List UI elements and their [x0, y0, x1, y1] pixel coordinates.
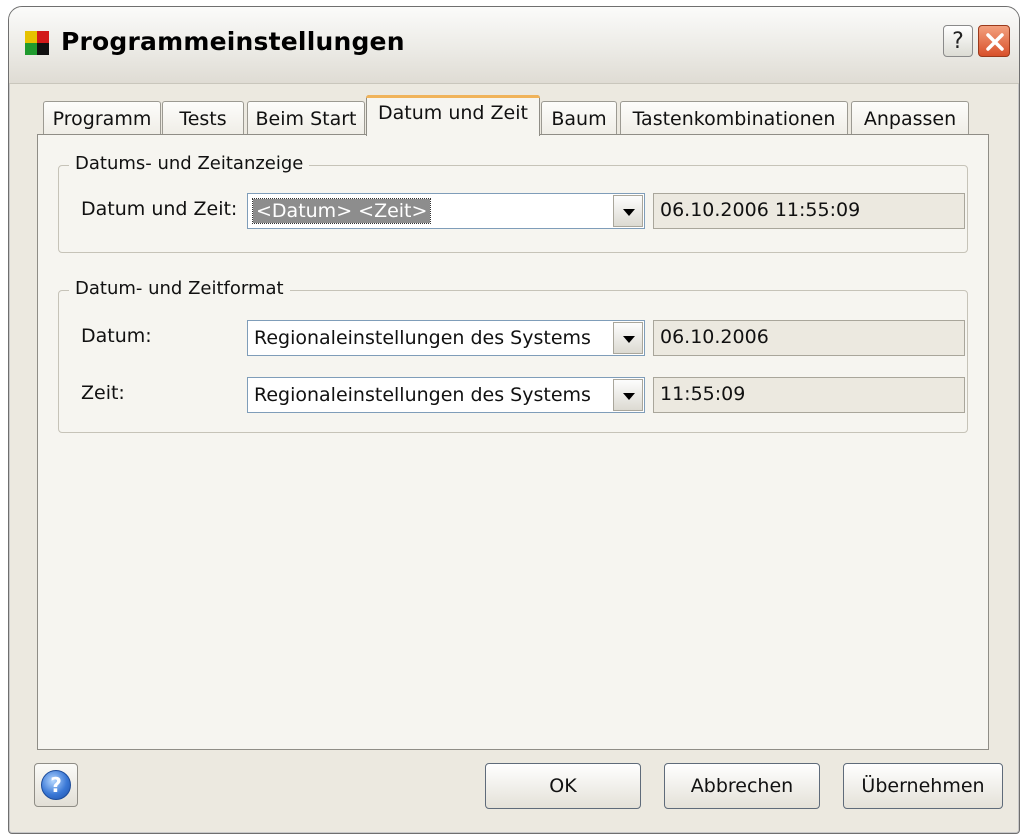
time-format-select[interactable]: Regionaleinstellungen des Systems — [247, 377, 645, 413]
window-title: Programmeinstellungen — [61, 27, 405, 56]
time-format-value: Regionaleinstellungen des Systems — [254, 384, 591, 406]
chevron-down-icon[interactable] — [613, 322, 643, 354]
help-icon: ? — [41, 770, 71, 800]
time-preview: 11:55:09 — [653, 377, 965, 413]
tab-panel-datum-und-zeit: Datums- und Zeitanzeige Datum und Zeit: … — [37, 134, 989, 750]
format-group-legend: Datum- und Zeitformat — [69, 278, 290, 299]
tab-tests[interactable]: Tests — [162, 101, 244, 135]
cancel-button[interactable]: Abbrechen — [664, 763, 820, 809]
close-icon — [986, 33, 1004, 51]
tab-anpassen[interactable]: Anpassen — [851, 101, 969, 135]
title-help-button[interactable]: ? — [943, 25, 973, 57]
date-format-value: Regionaleinstellungen des Systems — [254, 327, 591, 349]
settings-dialog: Programmeinstellungen ? Programm Tests B… — [8, 6, 1020, 834]
tab-datum-und-zeit[interactable]: Datum und Zeit — [366, 95, 540, 136]
title-bar[interactable]: Programmeinstellungen ? — [9, 7, 1019, 84]
datetime-select[interactable]: <Datum> <Zeit> — [247, 193, 645, 229]
date-format-select[interactable]: Regionaleinstellungen des Systems — [247, 320, 645, 356]
tab-strip: Programm Tests Beim Start Datum und Zeit… — [37, 95, 1017, 136]
display-group-legend: Datums- und Zeitanzeige — [69, 153, 310, 174]
time-label: Zeit: — [81, 382, 125, 404]
format-group: Datum- und Zeitformat Datum: Regionalein… — [58, 278, 968, 433]
display-group: Datums- und Zeitanzeige Datum und Zeit: … — [58, 153, 968, 253]
apply-button[interactable]: Übernehmen — [843, 763, 1003, 809]
close-button[interactable] — [978, 25, 1010, 57]
tab-beim-start[interactable]: Beim Start — [247, 101, 365, 135]
tab-programm[interactable]: Programm — [43, 101, 161, 135]
datetime-select-value: <Datum> <Zeit> — [251, 198, 432, 224]
date-label: Datum: — [81, 325, 152, 347]
help-button[interactable]: ? — [34, 763, 78, 807]
datetime-preview: 06.10.2006 11:55:09 — [653, 193, 965, 229]
ok-button[interactable]: OK — [485, 763, 641, 809]
chevron-down-icon[interactable] — [613, 379, 643, 411]
tab-tastenkombinationen[interactable]: Tastenkombinationen — [620, 101, 848, 135]
tab-baum[interactable]: Baum — [541, 101, 617, 135]
question-icon: ? — [952, 29, 964, 54]
app-logo-icon — [25, 31, 49, 55]
datetime-label: Datum und Zeit: — [81, 198, 238, 220]
date-preview: 06.10.2006 — [653, 320, 965, 356]
chevron-down-icon[interactable] — [613, 195, 643, 227]
